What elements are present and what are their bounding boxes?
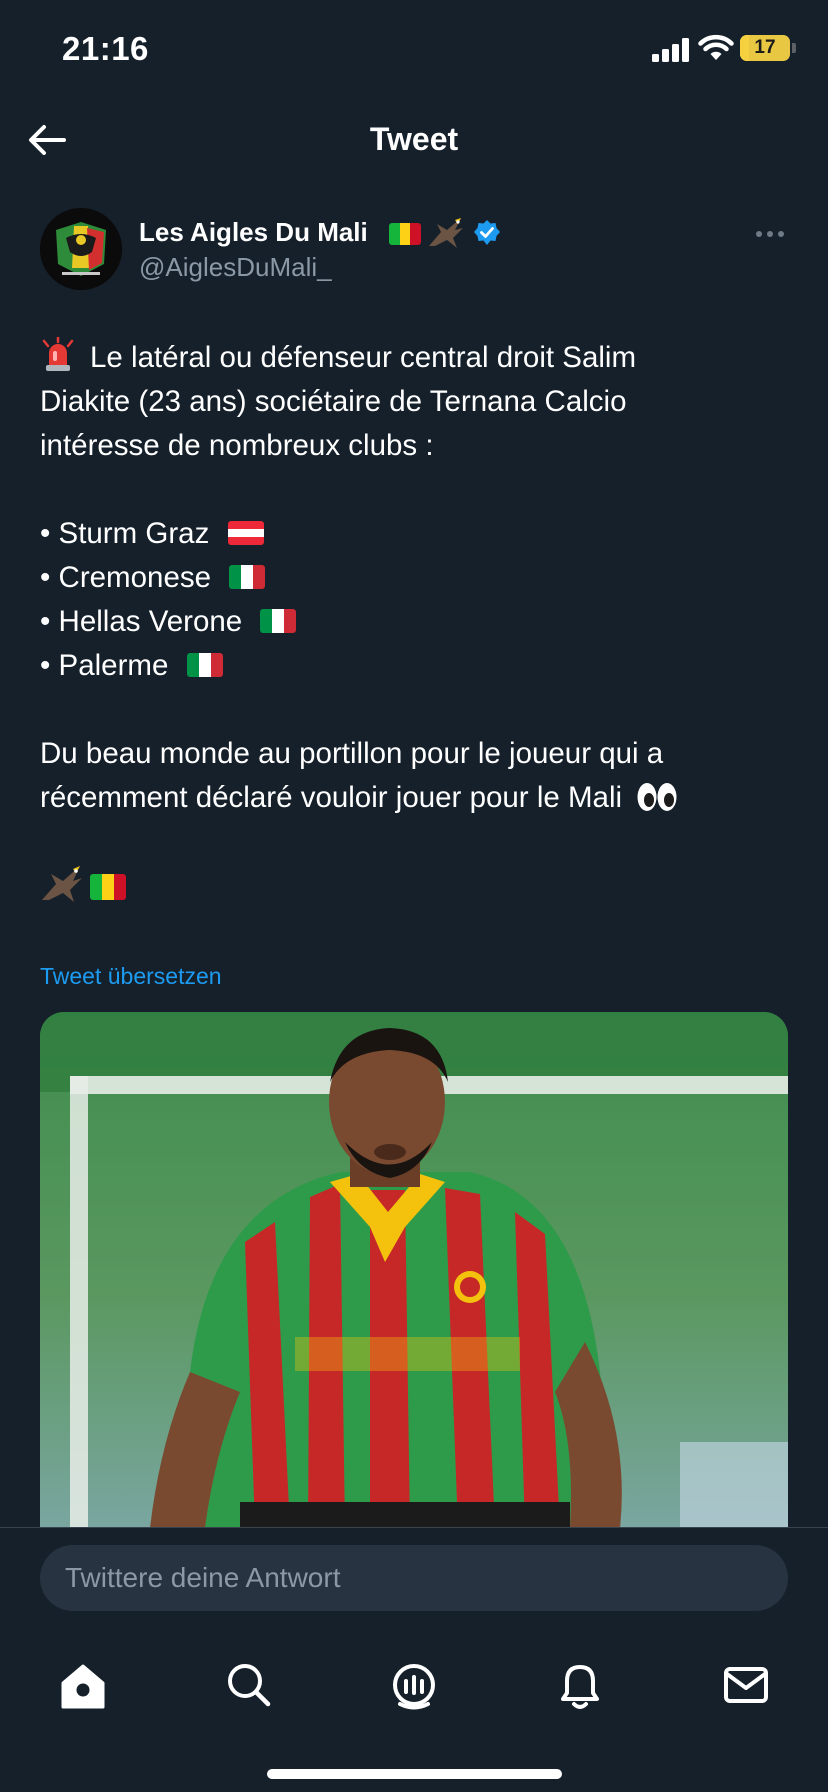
tab-bar: [0, 1637, 828, 1792]
siren-icon: [42, 337, 74, 371]
club-label: • Palerme: [40, 649, 169, 682]
club-label: • Cremonese: [40, 561, 212, 594]
home-indicator: [267, 1769, 562, 1779]
austria-flag-icon: [227, 521, 264, 545]
verified-badge-icon: [474, 220, 500, 245]
spaces-icon[interactable]: [384, 1655, 444, 1715]
italy-flag-icon: [186, 653, 223, 677]
tweet-line: Le latéral ou défenseur central droit Sa…: [40, 336, 636, 380]
notifications-icon[interactable]: [550, 1655, 610, 1715]
tweet-line-2: Diakite (23 ans) sociétaire de Ternana C…: [40, 385, 627, 418]
tweet-line-4: Du beau monde au portillon pour le joueu…: [40, 737, 664, 770]
mali-flag-icon: [389, 223, 421, 245]
eagle-icon: [429, 218, 463, 248]
home-icon[interactable]: [53, 1655, 113, 1715]
reply-bar: [0, 1527, 828, 1637]
club-item: • Sturm Graz: [40, 512, 264, 556]
battery-level: 17: [754, 37, 776, 58]
more-icon[interactable]: [754, 222, 786, 246]
status-bar: 21:16 17: [0, 0, 828, 100]
italy-flag-icon: [229, 565, 266, 589]
battery-icon: 17: [740, 35, 790, 61]
battery-cap: [792, 43, 796, 53]
reply-input[interactable]: [40, 1545, 788, 1611]
club-item: • Hellas Verone: [40, 600, 297, 644]
eagle-icon: [42, 866, 82, 902]
messages-icon[interactable]: [716, 1655, 776, 1715]
translate-tweet-link[interactable]: Tweet übersetzen: [40, 963, 222, 990]
status-time: 21:16: [62, 30, 149, 67]
mali-flag-icon: [90, 874, 126, 900]
tweet-line-5: récemment déclaré vouloir jouer pour le …: [40, 781, 623, 814]
club-label: • Hellas Verone: [40, 605, 243, 638]
wifi-icon: [698, 34, 734, 60]
cellular-signal-icon: [652, 38, 689, 62]
tweet-line-3: intéresse de nombreux clubs :: [40, 429, 434, 462]
author-name[interactable]: Les Aigles Du Mali: [139, 217, 368, 248]
author-handle[interactable]: @AiglesDuMali_: [139, 252, 332, 283]
tweet-line: récemment déclaré vouloir jouer pour le …: [40, 776, 678, 820]
club-item: • Palerme: [40, 644, 223, 688]
tweet-line-1: Le latéral ou défenseur central droit Sa…: [90, 341, 637, 374]
italy-flag-icon: [260, 609, 297, 633]
page-title: Tweet: [369, 121, 459, 157]
eyes-icon: [637, 783, 677, 811]
avatar[interactable]: [40, 208, 122, 290]
tweet-media-image[interactable]: [40, 1012, 788, 1528]
search-icon[interactable]: [219, 1655, 279, 1715]
club-label: • Sturm Graz: [40, 517, 210, 550]
club-item: • Cremonese: [40, 556, 266, 600]
